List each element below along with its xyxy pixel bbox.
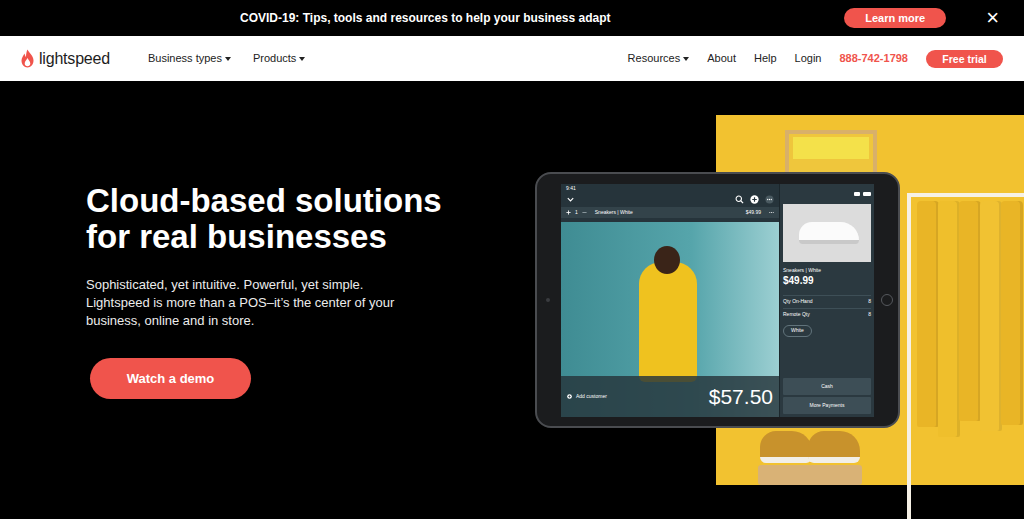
garment — [959, 201, 981, 421]
secondary-links: Resources About Help Login — [628, 50, 822, 67]
close-button[interactable]: × — [986, 7, 999, 29]
garment — [1001, 201, 1023, 425]
nav-label: Business types — [148, 50, 222, 67]
flame-icon — [20, 49, 35, 68]
learn-more-button[interactable]: Learn more — [844, 8, 946, 28]
secondary-nav: Resources About Help Login 888-742-1798 Fre… — [628, 50, 1003, 68]
caret-down-icon — [683, 57, 689, 61]
stock-label: Remote Qty — [783, 311, 810, 319]
sale-panel: 9:41 1 Sneakers | White $49.99 — [561, 184, 779, 417]
nav-item[interactable]: Business types — [148, 50, 231, 67]
announcement-text: COVID-19: Tips, tools and resources to h… — [240, 9, 611, 27]
free-trial-button[interactable]: Free trial — [926, 50, 1003, 68]
nav-item[interactable]: Help — [754, 50, 777, 67]
phone-link[interactable]: 888-742-1798 — [839, 50, 908, 67]
garment — [917, 201, 939, 427]
payment-button[interactable]: Cash — [783, 378, 871, 395]
description-line: Lightspeed is more than a POS–it’s the c… — [86, 294, 480, 312]
nav-label: Resources — [628, 50, 681, 67]
description-line: Sophisticated, yet intuitive. Powerful, … — [86, 276, 480, 294]
stock-row: Remote Qty 8 — [783, 308, 871, 321]
hero: Cloud-based solutionsfor real businesses… — [0, 81, 1024, 519]
signal-icon — [854, 192, 860, 196]
stock-value: 8 — [868, 311, 871, 319]
garment — [980, 201, 1002, 431]
product-name: Sneakers | White — [783, 267, 871, 274]
caret-down-icon — [299, 57, 305, 61]
add-customer-button[interactable]: Add customer — [567, 393, 607, 401]
description-line: business, online and in store. — [86, 312, 480, 330]
variant-chip[interactable]: White — [783, 325, 812, 337]
more-icon[interactable] — [769, 210, 774, 215]
product-image — [783, 204, 871, 262]
shoe — [808, 431, 860, 463]
title-line: Cloud-based solutions — [86, 183, 480, 219]
caret-down-icon — [225, 57, 231, 61]
minus-icon[interactable] — [582, 210, 587, 215]
search-icon[interactable] — [735, 195, 744, 204]
chevron-down-icon[interactable] — [566, 195, 575, 204]
pos-toolbar — [566, 192, 774, 206]
hero-title: Cloud-based solutionsfor real businesses — [86, 183, 480, 255]
line-price: $49.99 — [746, 209, 761, 217]
pos-header: 9:41 — [561, 184, 779, 207]
nav-label: Products — [253, 50, 296, 67]
hero-description: Sophisticated, yet intuitive. Powerful, … — [86, 276, 480, 330]
payment-button[interactable]: More Payments — [783, 397, 871, 414]
camera-icon — [546, 298, 550, 302]
nav-item[interactable]: About — [707, 50, 736, 67]
add-icon[interactable] — [750, 195, 759, 204]
nav-label: Login — [795, 50, 822, 67]
battery-icon — [863, 192, 871, 196]
main-navbar: lightspeed Business types Products Resour… — [0, 36, 1024, 81]
watch-demo-button[interactable]: Watch a demo — [90, 358, 251, 399]
title-line: for real businesses — [86, 219, 480, 255]
logo[interactable]: lightspeed — [20, 47, 110, 71]
wall-frame — [785, 130, 877, 176]
line-name: Sneakers | White — [595, 209, 633, 217]
status-time: 9:41 — [566, 185, 576, 191]
stock-list: Qty On-Hand 8 Remote Qty 8 — [783, 295, 871, 321]
nav-item[interactable]: Resources — [628, 50, 690, 67]
add-customer-label: Add customer — [576, 393, 607, 401]
primary-nav: Business types Products — [148, 50, 305, 67]
line-qty: 1 — [575, 209, 578, 217]
hero-copy: Cloud-based solutionsfor real businesses… — [0, 81, 480, 399]
tablet: 9:41 1 Sneakers | White $49.99 — [535, 172, 900, 428]
garment — [938, 201, 960, 437]
plus-icon[interactable] — [566, 210, 571, 215]
product-panel: Sneakers | White $49.99 Qty On-Hand8Remo… — [779, 184, 874, 417]
stock-label: Qty On-Hand — [783, 298, 812, 306]
nav-label: Help — [754, 50, 777, 67]
nav-item[interactable]: Products — [253, 50, 305, 67]
product-price: $49.99 — [783, 274, 871, 287]
stock-row: Qty On-Hand 8 — [783, 295, 871, 308]
product-photo: Add customer $57.50 — [561, 222, 779, 417]
rack-pole — [907, 193, 911, 519]
stock-value: 8 — [868, 298, 871, 306]
more-icon[interactable] — [765, 195, 774, 204]
home-button-icon — [881, 294, 893, 306]
cart-line[interactable]: 1 Sneakers | White $49.99 — [561, 207, 779, 218]
stool — [758, 465, 862, 485]
sale-total: $57.50 — [709, 385, 773, 409]
plus-icon — [567, 394, 572, 399]
pos-screen: 9:41 1 Sneakers | White $49.99 — [561, 184, 874, 417]
hero-photo: 9:41 1 Sneakers | White $49.99 — [520, 81, 1024, 519]
announcement-bar: COVID-19: Tips, tools and resources to h… — [0, 0, 1024, 36]
clothes-rack — [907, 193, 1024, 197]
sale-footer: Add customer $57.50 — [561, 376, 779, 417]
status-icons — [783, 184, 871, 204]
payment-buttons: Cash More Payments — [783, 378, 871, 414]
logo-text: lightspeed — [39, 47, 110, 71]
nav-item[interactable]: Login — [795, 50, 822, 67]
shoe — [760, 431, 812, 463]
nav-label: About — [707, 50, 736, 67]
